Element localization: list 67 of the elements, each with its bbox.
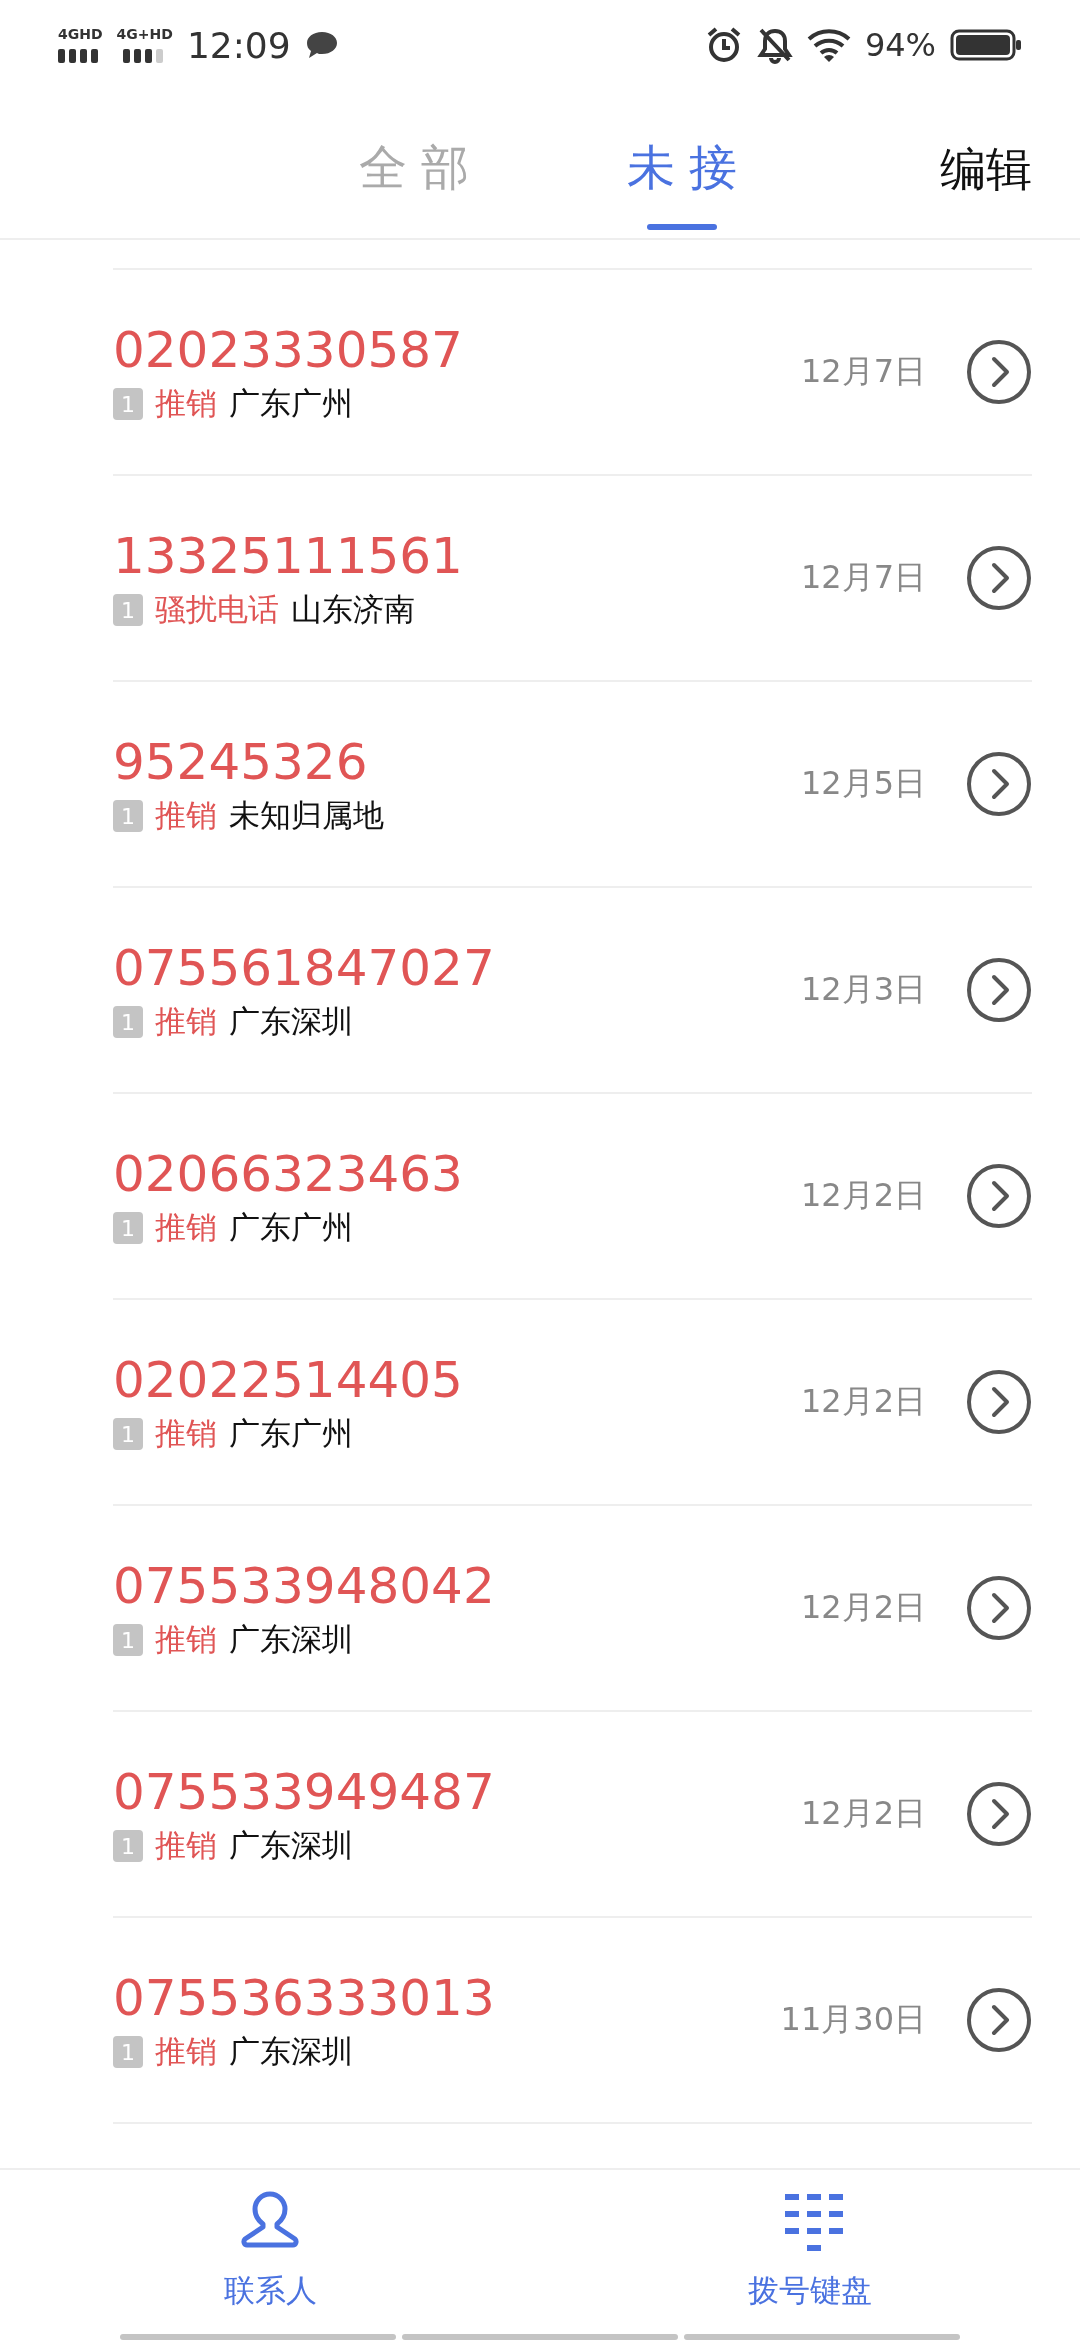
call-date: 11月30日	[780, 1999, 926, 2040]
network-label: 4GHD	[58, 27, 103, 41]
call-location: 广东深圳	[229, 2032, 353, 2071]
call-location: 广东广州	[229, 384, 353, 423]
details-chevron-icon[interactable]	[966, 1163, 1032, 1229]
call-tag: 骚扰电话	[155, 589, 279, 631]
call-location: 广东广州	[229, 1414, 353, 1453]
call-date: 12月7日	[800, 557, 926, 598]
call-tag: 推销	[155, 1619, 217, 1661]
battery-percent: 94%	[864, 26, 936, 64]
tab[interactable]: 全部	[345, 126, 483, 236]
call-date: 12月3日	[800, 969, 926, 1010]
phone-number: 13325111561	[113, 526, 464, 587]
sim-badge: 1	[113, 800, 143, 832]
details-chevron-icon[interactable]	[966, 545, 1032, 611]
phone-number: 02023330587	[113, 320, 464, 381]
phone-number: 075536333013	[113, 1968, 496, 2029]
sim-badge: 1	[113, 1624, 143, 1656]
call-date: 12月2日	[800, 1381, 926, 1422]
sim-badge: 1	[113, 594, 143, 626]
phone-number: 95245326	[113, 732, 369, 793]
bell-muted-icon	[756, 26, 793, 64]
call-location: 广东深圳	[229, 1002, 353, 1041]
message-icon	[304, 30, 339, 60]
call-date: 12月5日	[800, 763, 926, 804]
details-chevron-icon[interactable]	[966, 751, 1032, 817]
phone-number: 02022514405	[113, 1350, 464, 1411]
call-location: 广东广州	[229, 1208, 353, 1247]
edit-button[interactable]: 编辑	[940, 130, 1032, 210]
call-date: 12月2日	[800, 1587, 926, 1628]
clock: 12:09	[186, 24, 291, 66]
call-tag: 推销	[155, 795, 217, 837]
call-tag: 推销	[155, 1413, 217, 1455]
phone-number: 075561847027	[113, 938, 496, 999]
sim-badge: 1	[113, 1418, 143, 1450]
nav-item[interactable]: 联系人	[217, 2170, 323, 2313]
details-chevron-icon[interactable]	[966, 339, 1032, 405]
call-location: 未知归属地	[229, 796, 384, 835]
phone-number: 075533948042	[113, 1556, 496, 1617]
nav-item[interactable]: 拨号键盘	[742, 2170, 878, 2313]
sim-badge: 1	[113, 1006, 143, 1038]
details-chevron-icon[interactable]	[966, 957, 1032, 1023]
details-chevron-icon[interactable]	[966, 1575, 1032, 1641]
call-location: 广东深圳	[229, 1620, 353, 1659]
battery-icon	[950, 29, 1022, 61]
network-label: 4G+HD	[116, 27, 173, 41]
sim-badge: 1	[113, 1830, 143, 1862]
call-tag: 推销	[155, 1825, 217, 1867]
details-chevron-icon[interactable]	[966, 1987, 1032, 2053]
details-chevron-icon[interactable]	[966, 1781, 1032, 1847]
call-date: 12月7日	[800, 351, 926, 392]
call-tag: 推销	[155, 1001, 217, 1043]
tab[interactable]: 未接	[613, 126, 751, 236]
call-tag: 推销	[155, 2031, 217, 2073]
sim-badge: 1	[113, 388, 143, 420]
phone-number: 075533949487	[113, 1762, 496, 1823]
phone-number: 02066323463	[113, 1144, 464, 1205]
details-chevron-icon[interactable]	[966, 1369, 1032, 1435]
wifi-icon	[806, 28, 851, 62]
call-date: 12月2日	[800, 1175, 926, 1216]
call-tag: 推销	[155, 1207, 217, 1249]
sim-badge: 1	[113, 1212, 143, 1244]
sim-badge: 1	[113, 2036, 143, 2068]
call-location: 广东深圳	[229, 1826, 353, 1865]
call-date: 12月2日	[800, 1793, 926, 1834]
call-location: 山东济南	[291, 590, 415, 629]
call-tag: 推销	[155, 383, 217, 425]
